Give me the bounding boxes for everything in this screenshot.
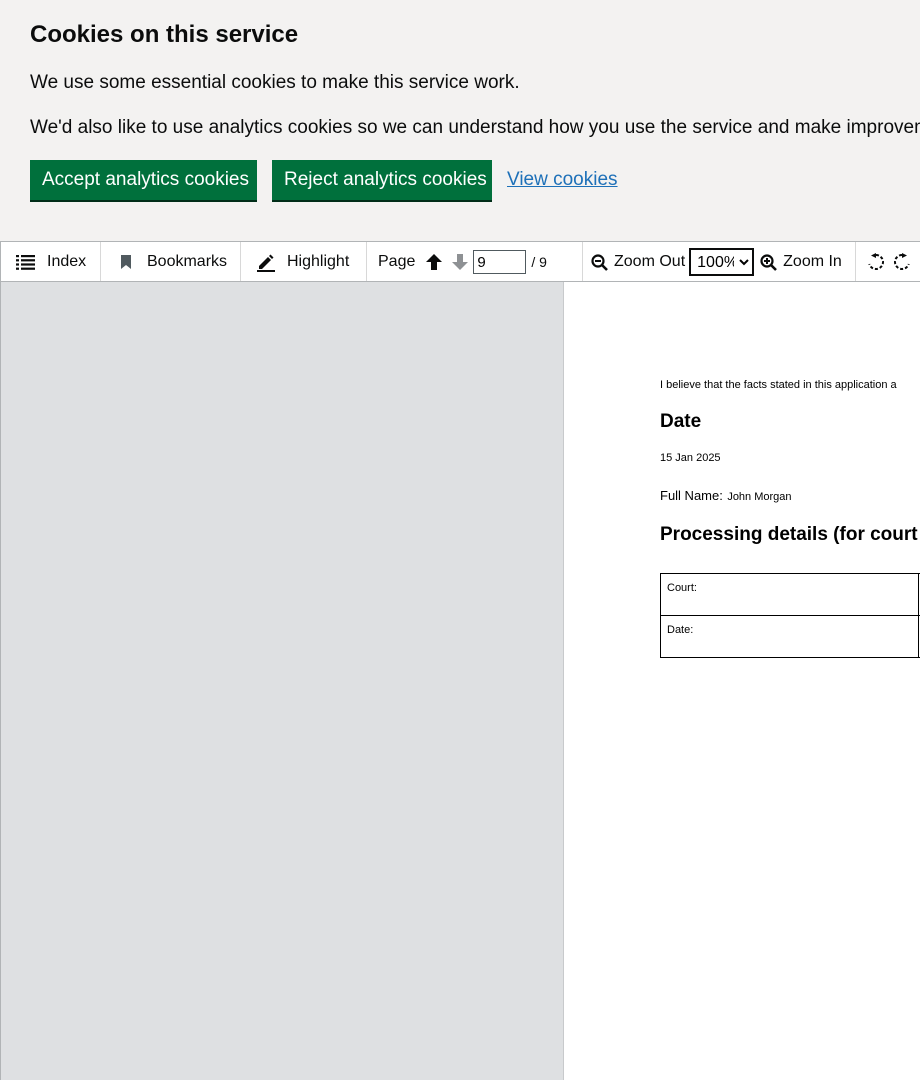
- accept-analytics-cookies-button[interactable]: Accept analytics cookies: [30, 160, 257, 200]
- table-cell-label: Date:: [660, 615, 919, 658]
- zoom-out-icon: [591, 253, 608, 271]
- bookmarks-toggle-button[interactable]: Bookmarks: [101, 242, 241, 281]
- processing-details-table: Court: Date:: [660, 573, 920, 658]
- zoom-out-button[interactable]: Zoom Out: [591, 242, 686, 281]
- viewer-toolbar: Index Bookmarks Highlight Page 9 / 9 Zoo…: [0, 241, 920, 282]
- cookie-banner-text-essential: We use some essential cookies to make th…: [30, 72, 520, 93]
- zoom-controls: Zoom Out 100% Zoom In: [583, 242, 856, 281]
- total-pages: / 9: [531, 254, 547, 270]
- view-cookies-link[interactable]: View cookies: [507, 167, 618, 192]
- bookmarks-label: Bookmarks: [147, 253, 228, 270]
- list-icon: [16, 254, 36, 270]
- rotate-counterclockwise-icon[interactable]: [867, 242, 885, 281]
- zoom-level-select[interactable]: 100%: [689, 248, 755, 276]
- processing-details-heading: Processing details (for court u: [660, 524, 920, 545]
- zoom-in-button[interactable]: Zoom In: [760, 242, 842, 281]
- zoom-in-label: Zoom In: [783, 253, 842, 270]
- page-number-input[interactable]: [473, 250, 527, 274]
- statement-of-truth-text: I believe that the facts stated in this …: [660, 379, 897, 391]
- cookie-banner-title: Cookies on this service: [30, 21, 299, 48]
- highlight-label: Highlight: [287, 253, 350, 270]
- zoom-out-label: Zoom Out: [614, 253, 686, 270]
- next-page-icon[interactable]: [451, 242, 469, 281]
- document-page: I believe that the facts stated in this …: [564, 282, 920, 1080]
- reject-analytics-cookies-button[interactable]: Reject analytics cookies: [272, 160, 492, 200]
- highlight-toggle-button[interactable]: Highlight: [241, 242, 367, 281]
- index-toggle-button[interactable]: Index: [1, 242, 101, 281]
- date-value: 15 Jan 2025: [660, 452, 721, 464]
- full-name-label: Full Name:: [660, 488, 723, 503]
- full-name-value: John Morgan: [727, 491, 792, 503]
- table-row: Court:: [660, 573, 920, 616]
- sidebar-panel: [0, 282, 564, 1080]
- previous-page-icon[interactable]: [425, 242, 443, 281]
- bookmark-icon: [120, 255, 132, 269]
- page-label: Page: [378, 253, 416, 270]
- page-navigation: Page / 9: [367, 242, 583, 281]
- date-heading: Date: [660, 411, 702, 432]
- rotate-controls: [856, 242, 920, 281]
- full-name-row: Full Name: John Morgan: [660, 487, 792, 505]
- cookie-banner: Cookies on this service We use some esse…: [0, 0, 920, 241]
- index-label: Index: [47, 253, 87, 270]
- table-cell-label: Court:: [660, 573, 919, 616]
- zoom-in-icon: [760, 253, 778, 271]
- cookie-banner-text-analytics: We'd also like to use analytics cookies …: [30, 117, 920, 138]
- table-row: Date:: [660, 615, 920, 658]
- rotate-clockwise-icon[interactable]: [893, 242, 911, 281]
- pen-icon: [256, 252, 276, 272]
